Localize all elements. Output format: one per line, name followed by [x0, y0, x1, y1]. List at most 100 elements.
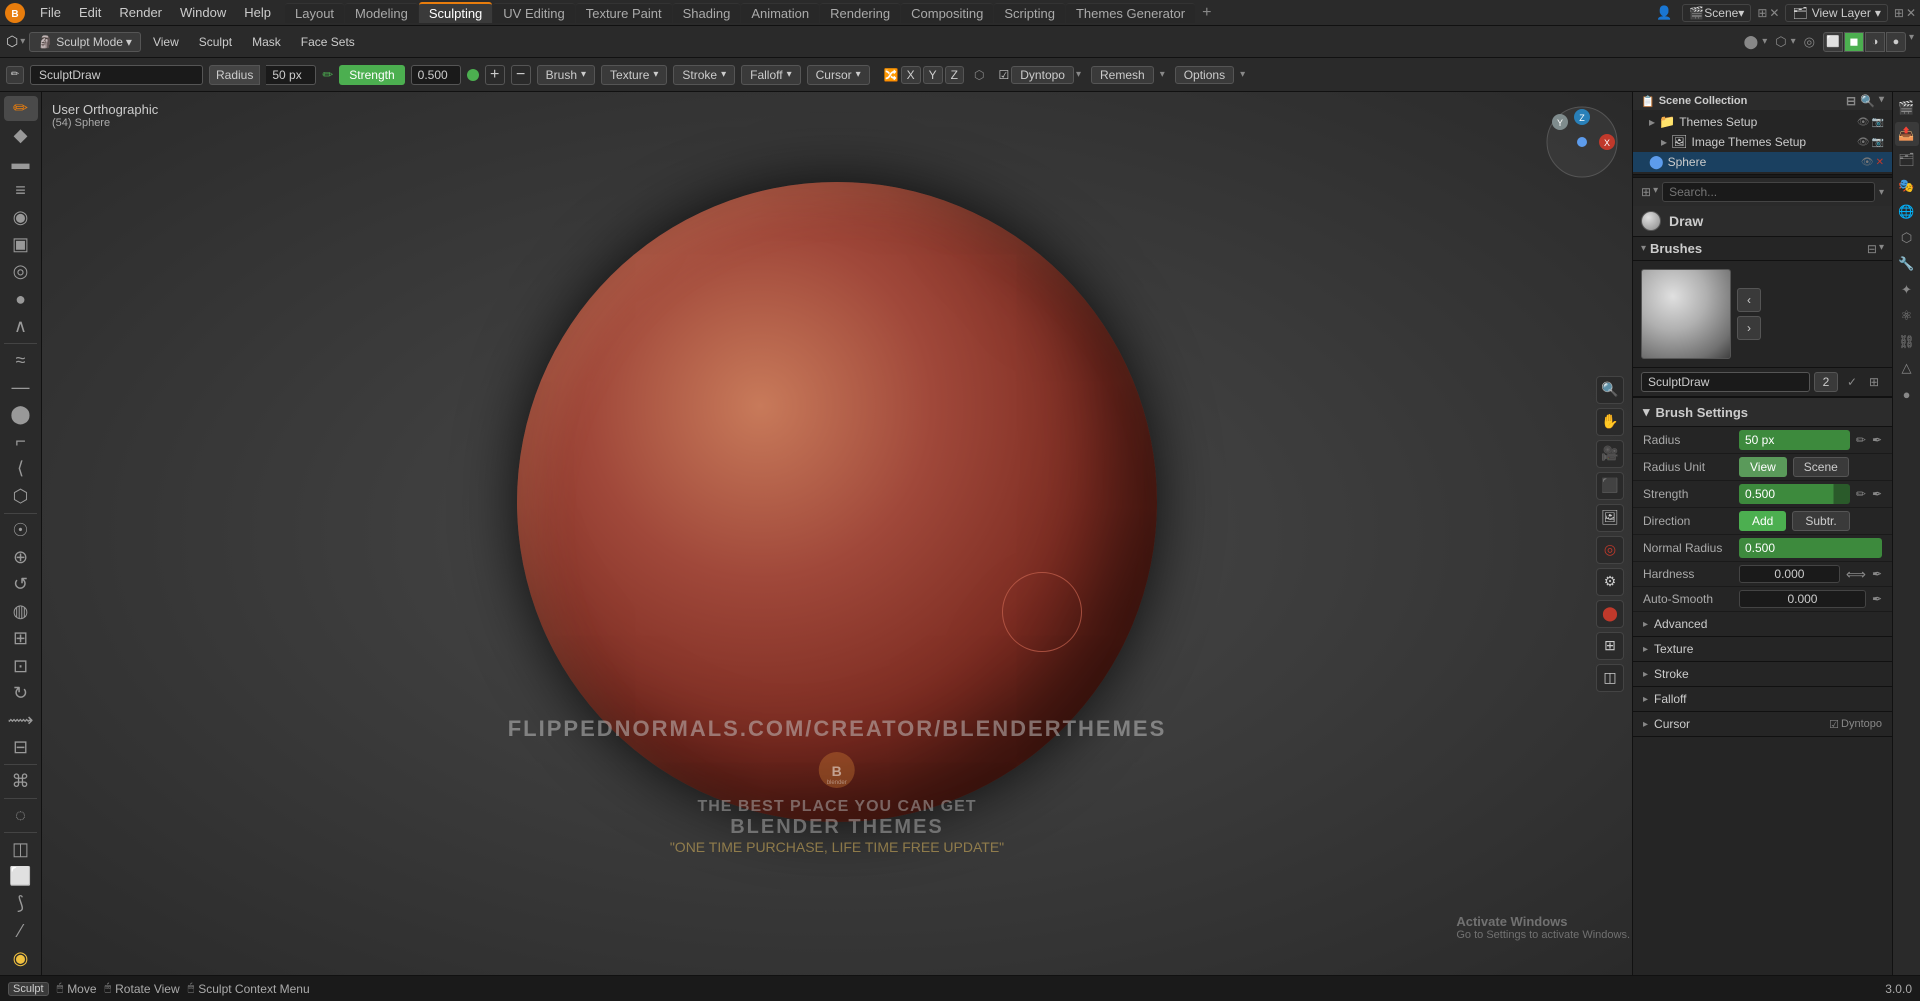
- pressure-radius-icon[interactable]: ✏: [322, 67, 333, 83]
- physics-props-icon[interactable]: ⚛: [1895, 304, 1919, 328]
- falloff-header[interactable]: ▸ Falloff: [1633, 687, 1892, 711]
- outliner-item-image-themes[interactable]: ▸ 🖼 Image Themes Setup 👁 📷: [1633, 132, 1892, 152]
- viewport[interactable]: User Orthographic (54) Sphere X Y Z: [42, 92, 1632, 975]
- mask-menu[interactable]: Mask: [244, 33, 289, 51]
- hardness-pen-icon[interactable]: ✒: [1872, 567, 1882, 581]
- z-symmetry-btn[interactable]: Z: [945, 66, 964, 84]
- fill-btn[interactable]: ⬤: [4, 402, 38, 427]
- radius-pen-icon[interactable]: ✏: [1856, 433, 1866, 447]
- color-tool-btn[interactable]: ◉: [4, 946, 38, 971]
- menu-file[interactable]: File: [32, 3, 69, 22]
- add-workspace-button[interactable]: +: [1196, 4, 1217, 22]
- editor-type-icon[interactable]: ⬡: [6, 33, 18, 50]
- strength-value[interactable]: 0.500: [411, 65, 461, 85]
- scene-unit-btn[interactable]: Scene: [1793, 457, 1849, 477]
- smooth-btn[interactable]: ≈: [4, 348, 38, 373]
- material-shading[interactable]: ◑: [1865, 32, 1885, 52]
- strength-btn[interactable]: Strength: [339, 65, 404, 85]
- rotate-btn[interactable]: ↻: [4, 681, 38, 706]
- menu-window[interactable]: Window: [172, 3, 234, 22]
- extra-btn[interactable]: ◫: [1596, 664, 1624, 692]
- world-props-icon[interactable]: 🌐: [1895, 200, 1919, 224]
- navigation-gizmo[interactable]: X Y Z: [1542, 102, 1622, 182]
- brush-dropdown[interactable]: Brush: [537, 65, 595, 85]
- red-mask-btn[interactable]: ⬤: [1596, 600, 1624, 628]
- pose-btn[interactable]: ⊞: [4, 626, 38, 651]
- add-strength-icon[interactable]: +: [485, 65, 505, 85]
- snake-hook-btn[interactable]: ↺: [4, 572, 38, 597]
- render-shading[interactable]: ●: [1886, 32, 1906, 52]
- scene-expand-icon[interactable]: ⊞: [1757, 6, 1767, 20]
- texture-dropdown[interactable]: Texture: [601, 65, 667, 85]
- dyntopo-btn[interactable]: Dyntopo: [1011, 66, 1074, 84]
- brushes-section-header[interactable]: ▾ Brushes ⊟ ▾: [1633, 237, 1892, 261]
- elastic-deform-btn[interactable]: ⊕: [4, 545, 38, 570]
- menu-render[interactable]: Render: [111, 3, 170, 22]
- strength-prop-bar[interactable]: 0.500: [1739, 484, 1850, 504]
- snapping-icon[interactable]: ⬡: [1775, 34, 1786, 50]
- scrape-btn[interactable]: ⌐: [4, 429, 38, 454]
- blob-btn[interactable]: ●: [4, 286, 38, 311]
- symmetry-more-icon[interactable]: ⬡: [974, 68, 984, 82]
- brush-settings-section[interactable]: ▾ Brush Settings: [1633, 397, 1892, 427]
- strength-pen-icon[interactable]: ✏: [1856, 487, 1866, 501]
- prop-btn[interactable]: ⊞: [1596, 632, 1624, 660]
- particles-props-icon[interactable]: ✦: [1895, 278, 1919, 302]
- line-mask-btn[interactable]: ⁄: [4, 919, 38, 944]
- options-btn[interactable]: Options: [1175, 66, 1234, 84]
- radius-pen2-icon[interactable]: ✒: [1872, 433, 1882, 447]
- modifier-props-icon[interactable]: 🔧: [1895, 252, 1919, 276]
- tab-shading[interactable]: Shading: [673, 3, 741, 23]
- viewlayer-expand-icon[interactable]: ⊞: [1894, 6, 1904, 20]
- tab-sculpting[interactable]: Sculpting: [419, 2, 492, 23]
- crease-btn[interactable]: ∧: [4, 314, 38, 339]
- subtract-strength-icon[interactable]: −: [511, 65, 531, 85]
- radius-value[interactable]: 50 px: [266, 65, 316, 85]
- render-icon[interactable]: 📷: [1872, 117, 1884, 128]
- nudge-btn[interactable]: ⊡: [4, 654, 38, 679]
- boundary-btn[interactable]: ⊟: [4, 735, 38, 760]
- img-render-icon[interactable]: 📷: [1872, 137, 1884, 148]
- object-data-props-icon[interactable]: △: [1895, 356, 1919, 380]
- cursor-checkbox[interactable]: ☑: [1829, 718, 1839, 731]
- outliner-search-icon[interactable]: 🔍: [1860, 94, 1875, 108]
- sphere-close-icon[interactable]: ✕: [1876, 157, 1884, 168]
- user-icon[interactable]: 👤: [1652, 3, 1676, 23]
- tab-texture-paint[interactable]: Texture Paint: [576, 3, 672, 23]
- scene-selector[interactable]: 🎬 Scene ▾: [1682, 4, 1751, 22]
- normal-radius-bar[interactable]: 0.500: [1739, 538, 1882, 558]
- brush-prev-btn[interactable]: ‹: [1737, 288, 1761, 312]
- mask-btn-tool[interactable]: ◫: [4, 837, 38, 862]
- object-props-icon[interactable]: ⬡: [1895, 226, 1919, 250]
- dyntopo-checkbox[interactable]: ☑: [999, 68, 1010, 82]
- tab-rendering[interactable]: Rendering: [820, 3, 900, 23]
- dyntopo-arrow[interactable]: ▾: [1076, 69, 1081, 80]
- lasso-mask-btn[interactable]: ⟆: [4, 891, 38, 916]
- viewlayer-close-icon[interactable]: ✕: [1906, 6, 1916, 20]
- remesh-arrow[interactable]: ▾: [1160, 69, 1165, 80]
- grab-btn[interactable]: ☉: [4, 518, 38, 543]
- brush-checkmark-btn[interactable]: ✓: [1842, 372, 1862, 392]
- options-arrow[interactable]: ▾: [1240, 69, 1245, 80]
- brush-copy-btn[interactable]: ⊞: [1864, 372, 1884, 392]
- pinch-btn[interactable]: ⬡: [4, 484, 38, 509]
- box-mask-btn[interactable]: ⬜: [4, 864, 38, 889]
- clay-btn[interactable]: ▬: [4, 150, 38, 175]
- clay-thumb-btn[interactable]: ◉: [4, 205, 38, 230]
- tab-uv-editing[interactable]: UV Editing: [493, 3, 574, 23]
- layout-icon-1[interactable]: ⊞: [1641, 185, 1651, 199]
- radius-prop-bar[interactable]: 50 px: [1739, 430, 1850, 450]
- brush-icon-btn[interactable]: ✏: [6, 66, 24, 84]
- scene-props-icon[interactable]: 🎭: [1895, 174, 1919, 198]
- layer-btn[interactable]: ▣: [4, 232, 38, 257]
- img-visibility-icon[interactable]: 👁: [1857, 137, 1870, 148]
- sculpt-mode-selector[interactable]: 🗿 Sculpt Mode ▾: [29, 32, 141, 52]
- texture-header[interactable]: ▸ Texture: [1633, 637, 1892, 661]
- brush-name-input[interactable]: [30, 65, 203, 85]
- brushes-options-icon[interactable]: ⊟: [1867, 242, 1877, 256]
- flatten-btn[interactable]: —: [4, 375, 38, 400]
- proportional-edit-icon[interactable]: ⬤: [1744, 34, 1759, 50]
- outliner-item-themes-setup[interactable]: ▸ 📁 Themes Setup 👁 📷: [1633, 112, 1892, 132]
- auto-smooth-value[interactable]: 0.000: [1739, 590, 1866, 608]
- inflate-btn[interactable]: ◎: [4, 259, 38, 284]
